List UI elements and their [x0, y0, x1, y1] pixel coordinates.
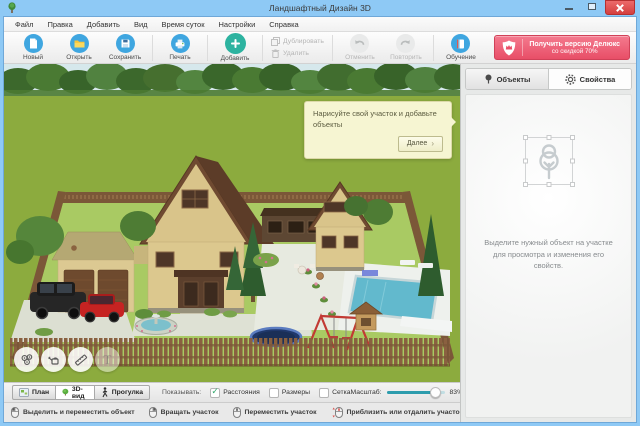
title-bar: Ландшафтный Дизайн 3D [3, 0, 637, 16]
training-button[interactable]: Обучение [438, 34, 484, 61]
app-window: Ландшафтный Дизайн 3D Файл Правка Добави… [0, 0, 640, 426]
minimize-button[interactable] [559, 0, 579, 13]
watering-can-icon [47, 353, 61, 367]
flowers-icon [20, 353, 34, 367]
text-tool-icon: T [104, 352, 112, 368]
shield-crown-icon [502, 40, 516, 56]
mouse-left-button-icon [11, 407, 19, 418]
right-panel: Объекты Свойства [460, 64, 636, 422]
toolbar: Новый Открыть Сохранить Печать [4, 32, 636, 64]
maximize-button[interactable] [582, 0, 602, 13]
window-title: Ландшафтный Дизайн 3D [3, 3, 637, 13]
menu-view[interactable]: Вид [127, 20, 155, 29]
hint-tooltip: Нарисуйте свой участок и добавьте объект… [304, 101, 452, 159]
panel-tabs: Объекты Свойства [465, 68, 632, 90]
menu-file[interactable]: Файл [8, 20, 40, 29]
status-bar: Выделить и переместить объект Вращать уч… [4, 402, 460, 422]
copy-icon [271, 37, 280, 46]
undo-arrow-icon [350, 34, 369, 53]
delete-button[interactable]: Удалить [271, 49, 324, 58]
properties-hint-text: Выделите нужный объект на участке для пр… [466, 237, 631, 272]
menu-help[interactable]: Справка [262, 20, 305, 29]
status-zoom-plot: Приблизить или отдалить участок [331, 407, 464, 418]
gear-icon [565, 74, 576, 85]
redo-button[interactable]: Повторить [383, 34, 429, 61]
checkbox-unchecked-icon [319, 388, 329, 398]
view-control-bar: План 3D-вид [4, 382, 460, 402]
scale-slider[interactable] [387, 391, 445, 394]
view-3d-button[interactable]: 3D-вид [56, 385, 95, 400]
scale-control: Масштаб: 83% [351, 389, 464, 396]
sizes-checkbox[interactable]: Размеры [269, 388, 310, 398]
tab-objects[interactable]: Объекты [466, 69, 549, 89]
tree-3d-icon [62, 387, 69, 398]
menu-edit[interactable]: Правка [40, 20, 79, 29]
hint-text: Нарисуйте свой участок и добавьте объект… [313, 109, 443, 131]
scene-3d-viewport[interactable]: Нарисуйте свой участок и добавьте объект… [4, 64, 460, 382]
open-button[interactable]: Открыть [56, 34, 102, 61]
plus-icon [225, 33, 246, 54]
watering-can-tool-button[interactable] [41, 347, 66, 372]
show-label: Показывать: [162, 389, 201, 396]
properties-empty-state: Выделите нужный объект на участке для пр… [465, 94, 632, 418]
status-rotate-plot: Вращать участок [149, 407, 219, 418]
new-button[interactable]: Новый [10, 34, 56, 61]
ruler-tool-button[interactable] [68, 347, 93, 372]
text-tool-button[interactable]: T [95, 347, 120, 372]
duplicate-button[interactable]: Дублировать [271, 37, 324, 46]
new-document-icon [24, 34, 43, 53]
tab-properties[interactable]: Свойства [549, 69, 631, 89]
plants-tool-button[interactable] [14, 347, 39, 372]
mouse-wheel-icon [233, 407, 241, 418]
printer-icon [171, 34, 190, 53]
walk-view-button[interactable]: Прогулка [95, 385, 150, 400]
open-folder-icon [70, 34, 89, 53]
canvas-tool-buttons: T [14, 347, 120, 372]
view-mode-switcher: План 3D-вид [12, 385, 150, 400]
save-floppy-icon [116, 34, 135, 53]
menu-bar: Файл Правка Добавить Вид Время суток Нас… [4, 17, 636, 32]
checkbox-unchecked-icon [269, 388, 279, 398]
plan-icon [19, 388, 29, 397]
scale-slider-handle[interactable] [430, 387, 441, 398]
undo-button[interactable]: Отменить [337, 34, 383, 61]
grid-checkbox[interactable]: Сетка [319, 388, 350, 398]
book-icon [451, 34, 470, 53]
chevron-right-icon: › [431, 139, 434, 148]
redo-arrow-icon [396, 34, 415, 53]
next-button[interactable]: Далее › [398, 136, 443, 152]
print-button[interactable]: Печать [157, 34, 203, 61]
trash-icon [271, 49, 280, 58]
status-select-move-object: Выделить и переместить объект [11, 407, 135, 418]
object-placeholder [525, 137, 573, 185]
tree-icon [484, 74, 493, 84]
add-button[interactable]: Добавить [212, 33, 258, 62]
ruler-icon [74, 353, 88, 367]
save-button[interactable]: Сохранить [102, 34, 148, 61]
plan-view-button[interactable]: План [12, 385, 56, 400]
menu-add[interactable]: Добавить [80, 20, 127, 29]
app-logo-icon [7, 2, 17, 14]
close-button[interactable] [605, 0, 635, 15]
distances-checkbox[interactable]: Расстояния [210, 388, 260, 398]
tree-placeholder-icon [534, 142, 564, 180]
mouse-scroll-icon [331, 407, 343, 418]
walking-person-icon [101, 387, 109, 398]
menu-settings[interactable]: Настройки [211, 20, 262, 29]
mouse-right-button-icon [149, 407, 157, 418]
menu-time-of-day[interactable]: Время суток [155, 20, 212, 29]
get-deluxe-button[interactable]: Получить версию Делюкс со скидкой 70% [494, 35, 630, 60]
status-move-plot: Переместить участок [233, 407, 317, 418]
checkbox-checked-icon [210, 388, 220, 398]
scale-label: Масштаб: [351, 389, 382, 396]
